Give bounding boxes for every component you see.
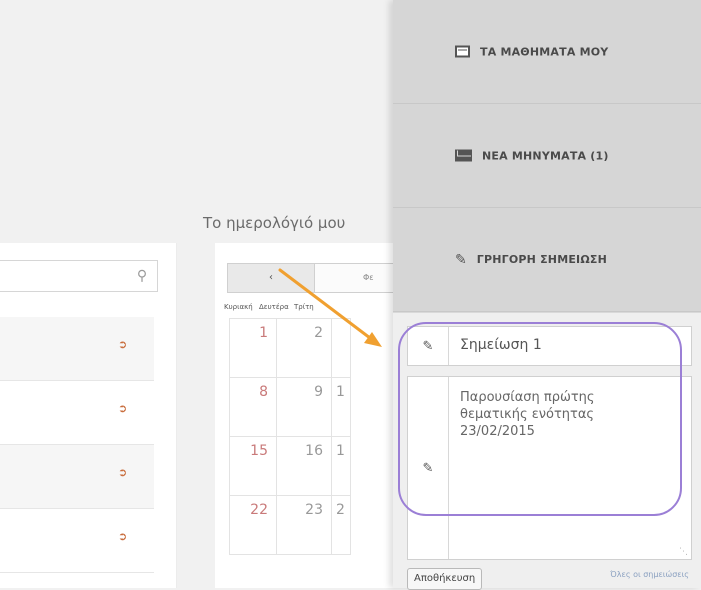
sidebar-item-label: ΝΕΑ ΜΗΝΥΜΑΤΑ (1) (482, 149, 609, 162)
course-list-panel: ⚲ ➲ ➲ ➲ ➲ (0, 243, 177, 588)
calendar-day-cell[interactable]: 1 (229, 318, 277, 378)
sidebar-item-my-courses[interactable]: ΤΑ ΜΑΘΗΜΑΤΑ ΜΟΥ (393, 0, 701, 104)
calendar-day-number: 16 (305, 443, 323, 459)
calendar-day-name: Τρίτη (294, 303, 314, 311)
calendar-day-cell[interactable]: 1 (331, 377, 351, 437)
calendar-day-cell[interactable]: 9 (276, 377, 332, 437)
enter-icon[interactable]: ➲ (118, 531, 132, 543)
note-title-field[interactable]: ✎ Σημείωση 1 (407, 326, 692, 366)
calendar-title: Το ημερολόγιό μου (203, 214, 346, 232)
calendar-day-name: Δευτέρα (259, 303, 289, 311)
calendar-day-cell[interactable] (331, 318, 351, 378)
note-title-input[interactable]: Σημείωση 1 (460, 337, 542, 353)
calendar-day-cell[interactable]: 1 (331, 436, 351, 496)
enter-icon[interactable]: ➲ (118, 467, 132, 479)
search-input[interactable]: ⚲ (0, 260, 158, 292)
sidebar-item-quick-note[interactable]: ✎ ΓΡΗΓΟΡΗ ΣΗΜΕΙΩΣΗ (393, 208, 701, 312)
calendar-day-cell[interactable]: 22 (229, 495, 277, 555)
pencil-icon: ✎ (408, 327, 449, 365)
note-body-field[interactable]: ✎ Παρουσίαση πρώτης θεματικής ενότητας 2… (407, 376, 692, 560)
calendar-day-number: 2 (314, 325, 323, 341)
table-row[interactable]: ➲ (0, 381, 154, 445)
pencil-icon: ✎ (408, 377, 449, 559)
calendar-day-number: 23 (305, 502, 323, 518)
calendar-day-number: 15 (250, 443, 268, 459)
calendar-nav: ‹ Φε (227, 263, 400, 293)
calendar-day-number: 22 (250, 502, 268, 518)
quick-note-form: ✎ Σημείωση 1 ✎ Παρουσίαση πρώτης θεματικ… (393, 313, 701, 590)
calendar-prev-button[interactable]: ‹ (228, 264, 315, 292)
sidebar-item-label: ΤΑ ΜΑΘΗΜΑΤΑ ΜΟΥ (480, 45, 609, 58)
enter-icon[interactable]: ➲ (118, 403, 132, 415)
save-button[interactable]: Αποθήκευση (407, 568, 483, 590)
resize-handle-icon[interactable]: ⋱ (679, 548, 688, 557)
calendar-day-number: 1 (259, 325, 268, 341)
calendar-day-cell[interactable]: 2 (331, 495, 351, 555)
all-notes-link[interactable]: Όλες οι σημειώσεις (610, 570, 689, 579)
note-body-textarea[interactable]: Παρουσίαση πρώτης θεματικής ενότητας 23/… (460, 389, 680, 440)
sidebar-item-new-messages[interactable]: ΝΕΑ ΜΗΝΥΜΑΤΑ (1) (393, 104, 701, 208)
calendar-day-number: 9 (314, 384, 323, 400)
calendar-day-cell[interactable]: 23 (276, 495, 332, 555)
table-row[interactable]: ➲ (0, 317, 154, 381)
right-sidebar: ΤΑ ΜΑΘΗΜΑΤΑ ΜΟΥ ΝΕΑ ΜΗΝΥΜΑΤΑ (1) ✎ ΓΡΗΓΟ… (393, 0, 701, 590)
calendar-day-number: 8 (259, 384, 268, 400)
search-icon[interactable]: ⚲ (133, 267, 151, 285)
sidebar-item-label: ΓΡΗΓΟΡΗ ΣΗΜΕΙΩΣΗ (476, 253, 608, 266)
pencil-icon: ✎ (455, 251, 467, 268)
calendar-day-cell[interactable]: 16 (276, 436, 332, 496)
calendar-day-number: 2 (336, 502, 345, 518)
calendar-widget: ‹ Φε Κυριακή Δευτέρα Τρίτη 1 2 8 9 1 15 … (215, 243, 400, 588)
calendar-day-cell[interactable]: 8 (229, 377, 277, 437)
envelope-icon (455, 149, 472, 162)
calendar-month-label: Φε (363, 273, 374, 282)
calendar-day-number: 1 (336, 384, 345, 400)
table-row[interactable]: ➲ (0, 445, 154, 509)
calendar-day-number: 1 (336, 443, 345, 459)
calendar-icon (455, 45, 470, 58)
enter-icon[interactable]: ➲ (118, 339, 132, 351)
calendar-day-cell[interactable]: 2 (276, 318, 332, 378)
calendar-day-cell[interactable]: 15 (229, 436, 277, 496)
calendar-day-name: Κυριακή (224, 303, 253, 311)
table-row[interactable]: ➲ (0, 509, 154, 573)
